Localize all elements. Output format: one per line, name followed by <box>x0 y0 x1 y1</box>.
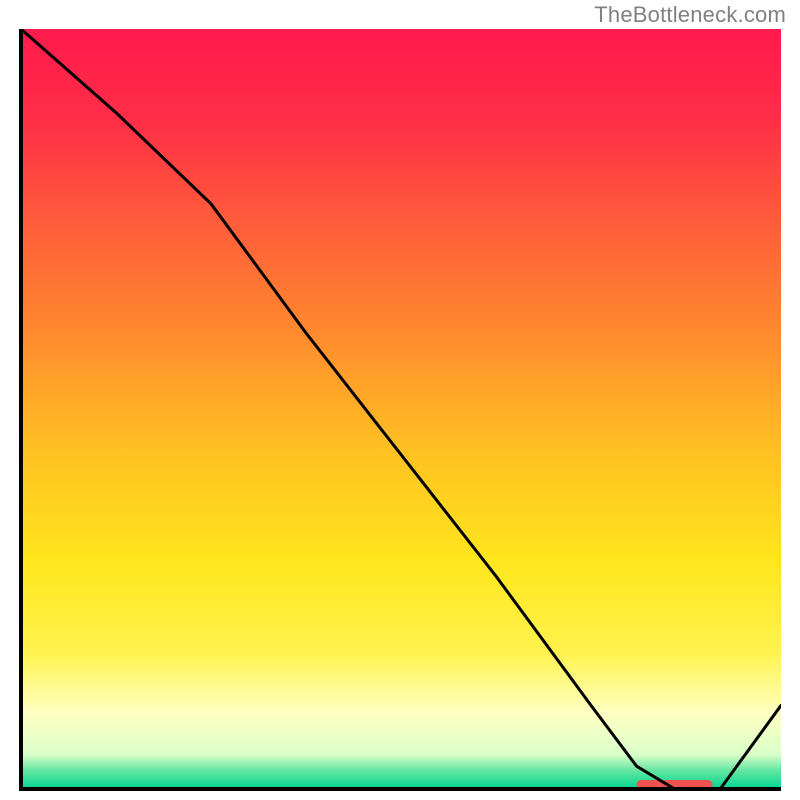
bottleneck-chart <box>0 0 800 800</box>
plot-background <box>21 29 781 789</box>
chart-stage: TheBottleneck.com <box>0 0 800 800</box>
